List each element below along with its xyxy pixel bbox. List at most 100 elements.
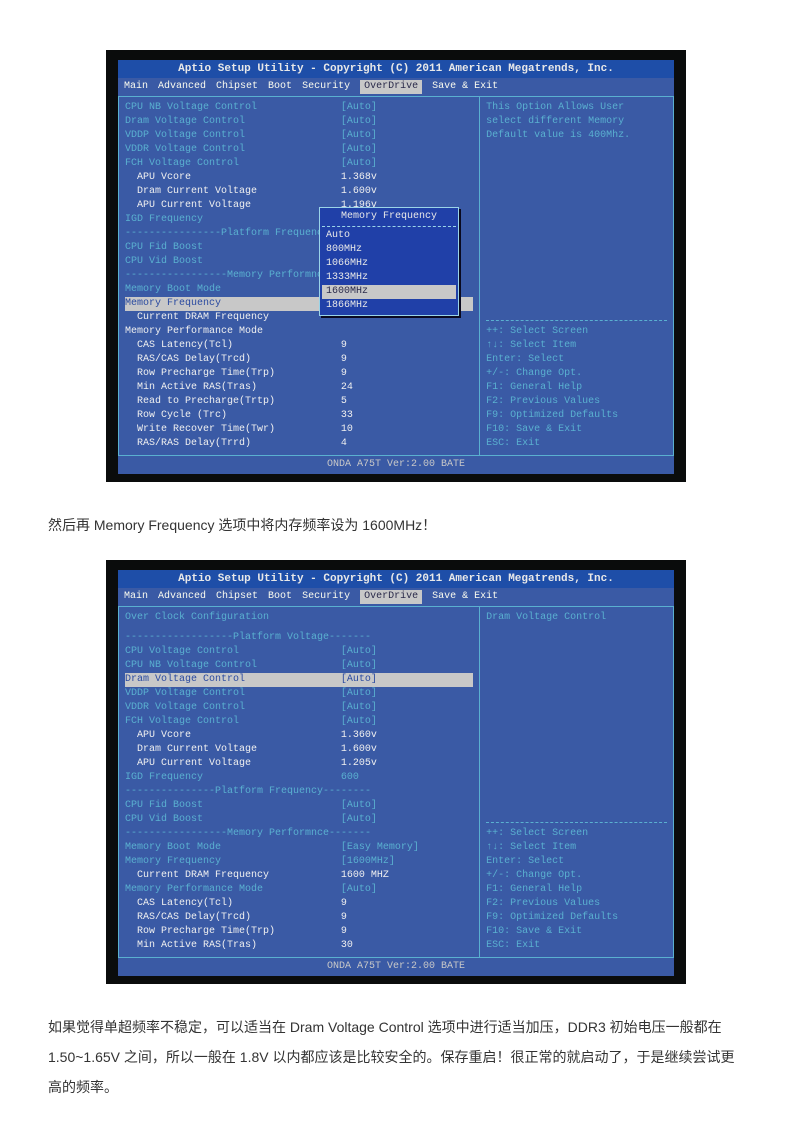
setting-row[interactable]: -----------------Memory Performnce------… xyxy=(125,827,473,841)
bios-left-panel: Over Clock Configuration ---------------… xyxy=(119,607,479,957)
setting-row[interactable]: Min Active RAS(Tras)24 xyxy=(125,381,473,395)
bios-footer: ONDA A75T Ver:2.00 BATE xyxy=(118,456,674,474)
setting-row[interactable]: ---------------Platform Frequency-------… xyxy=(125,785,473,799)
setting-row[interactable]: APU Vcore1.360v xyxy=(125,729,473,743)
menu-item[interactable]: Security xyxy=(302,80,350,94)
article-text-1: 然后再 Memory Frequency 选项中将内存频率设为 1600MHz！ xyxy=(48,510,744,540)
help-line: Dram Voltage Control xyxy=(486,611,667,625)
help-line: +/-: Change Opt. xyxy=(486,367,667,381)
setting-row[interactable]: Memory Frequency[1600MHz] xyxy=(125,855,473,869)
menu-item[interactable]: Save & Exit xyxy=(432,590,498,604)
setting-row[interactable]: Row Precharge Time(Trp)9 xyxy=(125,367,473,381)
bios-body: CPU NB Voltage Control[Auto]Dram Voltage… xyxy=(118,96,674,456)
bios-right-panel: Dram Voltage Control ++: Select Screen↑↓… xyxy=(479,607,673,957)
key-legend: ++: Select Screen↑↓: Select ItemEnter: S… xyxy=(486,320,667,451)
help-line: ↑↓: Select Item xyxy=(486,841,667,855)
bios-window: Aptio Setup Utility - Copyright (C) 2011… xyxy=(106,50,686,482)
help-line: F9: Optimized Defaults xyxy=(486,409,667,423)
bios-menu-bar[interactable]: Main Advanced Chipset Boot Security OverDrive… xyxy=(118,78,674,96)
setting-row[interactable]: FCH Voltage Control[Auto] xyxy=(125,157,473,171)
setting-row[interactable]: CPU NB Voltage Control[Auto] xyxy=(125,101,473,115)
setting-row[interactable]: CPU NB Voltage Control[Auto] xyxy=(125,659,473,673)
popup-option[interactable]: 1066MHz xyxy=(322,257,456,271)
menu-item[interactable]: Advanced xyxy=(158,590,206,604)
setting-row[interactable]: CAS Latency(Tcl)9 xyxy=(125,339,473,353)
setting-row[interactable]: Dram Current Voltage1.600v xyxy=(125,743,473,757)
menu-item[interactable]: Chipset xyxy=(216,80,258,94)
setting-row[interactable]: Memory Boot Mode[Easy Memory] xyxy=(125,841,473,855)
setting-row[interactable]: IGD Frequency600 xyxy=(125,771,473,785)
help-line: select different Memory xyxy=(486,115,667,129)
bios-menu-bar[interactable]: Main Advanced Chipset Boot Security OverDrive… xyxy=(118,588,674,606)
memory-frequency-popup[interactable]: Memory Frequency Auto800MHz1066MHz1333MH… xyxy=(319,207,459,316)
bios-window: Aptio Setup Utility - Copyright (C) 2011… xyxy=(106,560,686,984)
help-line: F10: Save & Exit xyxy=(486,423,667,437)
popup-option[interactable]: 1866MHz xyxy=(322,299,456,313)
setting-row[interactable]: CPU Voltage Control[Auto] xyxy=(125,645,473,659)
article-text-2: 如果觉得单超频率不稳定，可以适当在 Dram Voltage Control 选… xyxy=(48,1012,744,1102)
help-line: Enter: Select xyxy=(486,353,667,367)
bios-screenshot-2: Aptio Setup Utility - Copyright (C) 2011… xyxy=(40,560,752,984)
setting-row[interactable]: CAS Latency(Tcl)9 xyxy=(125,897,473,911)
section-heading: Over Clock Configuration xyxy=(125,611,473,625)
menu-item[interactable]: Main xyxy=(124,590,148,604)
setting-row[interactable]: RAS/CAS Delay(Trcd)9 xyxy=(125,911,473,925)
setting-row[interactable]: Current DRAM Frequency1600 MHZ xyxy=(125,869,473,883)
menu-item[interactable]: OverDrive xyxy=(360,590,422,604)
setting-row[interactable]: APU Vcore1.368v xyxy=(125,171,473,185)
bios-right-panel: This Option Allows Userselect different … xyxy=(479,97,673,455)
menu-item[interactable]: Main xyxy=(124,80,148,94)
help-line: F1: General Help xyxy=(486,381,667,395)
menu-item[interactable]: Chipset xyxy=(216,590,258,604)
help-line: ESC: Exit xyxy=(486,939,667,953)
setting-row[interactable]: Row Precharge Time(Trp)9 xyxy=(125,925,473,939)
bios-screenshot-1: Aptio Setup Utility - Copyright (C) 2011… xyxy=(40,50,752,482)
setting-row[interactable]: VDDP Voltage Control[Auto] xyxy=(125,687,473,701)
popup-option[interactable]: 1600MHz xyxy=(322,285,456,299)
menu-item[interactable]: Advanced xyxy=(158,80,206,94)
help-text: This Option Allows Userselect different … xyxy=(486,101,667,143)
bios-title: Aptio Setup Utility - Copyright (C) 2011… xyxy=(118,60,674,78)
help-line: F2: Previous Values xyxy=(486,897,667,911)
setting-row[interactable]: Memory Performance Mode xyxy=(125,325,473,339)
setting-row[interactable]: FCH Voltage Control[Auto] xyxy=(125,715,473,729)
setting-row[interactable]: Row Cycle (Trc)33 xyxy=(125,409,473,423)
setting-row[interactable]: RAS/RAS Delay(Trrd)4 xyxy=(125,437,473,451)
setting-row[interactable]: Write Recover Time(Twr)10 xyxy=(125,423,473,437)
popup-option[interactable]: 800MHz xyxy=(322,243,456,257)
help-line: ++: Select Screen xyxy=(486,827,667,841)
help-line: F1: General Help xyxy=(486,883,667,897)
help-line: F2: Previous Values xyxy=(486,395,667,409)
setting-row[interactable]: RAS/CAS Delay(Trcd)9 xyxy=(125,353,473,367)
help-line: ESC: Exit xyxy=(486,437,667,451)
setting-row[interactable]: APU Current Voltage1.205v xyxy=(125,757,473,771)
bios-body: Over Clock Configuration ---------------… xyxy=(118,606,674,958)
popup-option[interactable]: 1333MHz xyxy=(322,271,456,285)
setting-row[interactable]: ------------------Platform Voltage------… xyxy=(125,631,473,645)
setting-row[interactable]: Dram Voltage Control[Auto] xyxy=(125,673,473,687)
menu-item[interactable]: Boot xyxy=(268,590,292,604)
menu-item[interactable]: Save & Exit xyxy=(432,80,498,94)
setting-row[interactable]: Dram Voltage Control[Auto] xyxy=(125,115,473,129)
help-line: F10: Save & Exit xyxy=(486,925,667,939)
menu-item[interactable]: Security xyxy=(302,590,350,604)
setting-row[interactable]: VDDR Voltage Control[Auto] xyxy=(125,143,473,157)
popup-options[interactable]: Auto800MHz1066MHz1333MHz1600MHz1866MHz xyxy=(322,229,456,313)
help-line: ++: Select Screen xyxy=(486,325,667,339)
setting-row[interactable]: CPU Vid Boost[Auto] xyxy=(125,813,473,827)
menu-item[interactable]: OverDrive xyxy=(360,80,422,94)
setting-row[interactable]: Dram Current Voltage1.600v xyxy=(125,185,473,199)
menu-item[interactable]: Boot xyxy=(268,80,292,94)
setting-row[interactable]: Min Active RAS(Tras)30 xyxy=(125,939,473,953)
setting-row[interactable]: VDDR Voltage Control[Auto] xyxy=(125,701,473,715)
popup-option[interactable]: Auto xyxy=(322,229,456,243)
bios-title: Aptio Setup Utility - Copyright (C) 2011… xyxy=(118,570,674,588)
settings-list[interactable]: ------------------Platform Voltage------… xyxy=(125,631,473,953)
help-line: ↑↓: Select Item xyxy=(486,339,667,353)
popup-title: Memory Frequency xyxy=(322,210,456,227)
setting-row[interactable]: Memory Performance Mode[Auto] xyxy=(125,883,473,897)
setting-row[interactable]: Read to Precharge(Trtp)5 xyxy=(125,395,473,409)
help-line: Enter: Select xyxy=(486,855,667,869)
setting-row[interactable]: VDDP Voltage Control[Auto] xyxy=(125,129,473,143)
setting-row[interactable]: CPU Fid Boost[Auto] xyxy=(125,799,473,813)
